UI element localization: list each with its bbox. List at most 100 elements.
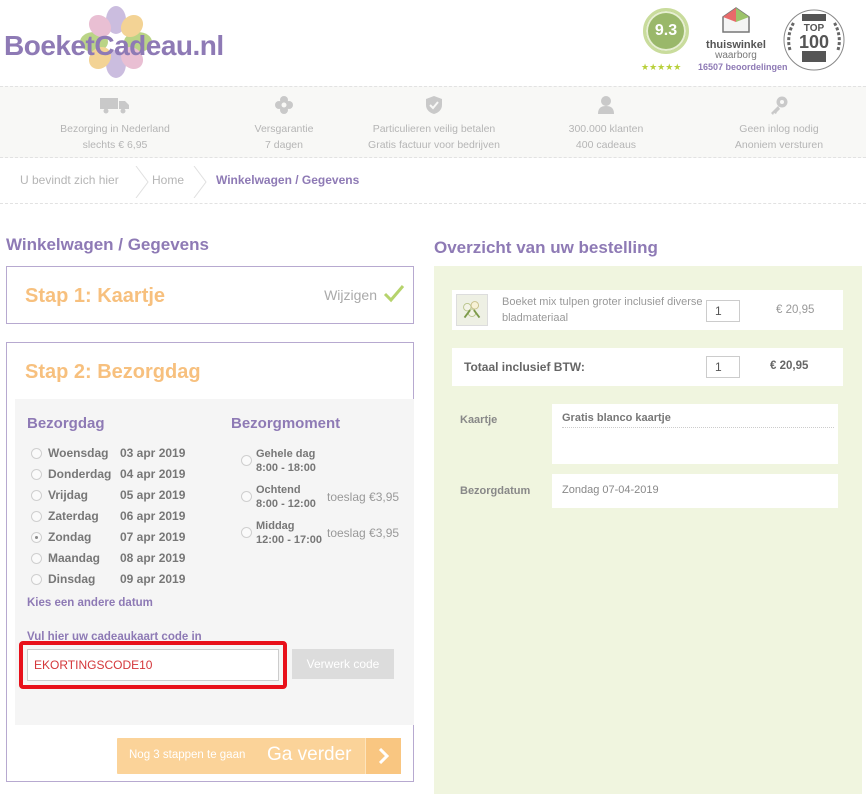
usp-line1: Bezorging in Nederland [60, 123, 170, 135]
choose-other-date-link[interactable]: Kies een andere datum [27, 597, 153, 609]
order-total: Totaal inclusief BTW: € 20,95 [452, 348, 843, 386]
moment-option[interactable]: Ochtend 8:00 - 12:00 toeslag €3,95 [241, 483, 411, 513]
day-name: Zondag [48, 530, 92, 544]
key-icon [771, 96, 788, 115]
quantity-input[interactable] [706, 300, 740, 322]
usp-line1: Particulieren veilig betalen [372, 123, 496, 135]
usp-line2: 400 cadeaus [575, 139, 637, 151]
rating-stars-icon: ★★★★★ [641, 62, 682, 72]
top100-number: 100 [799, 32, 829, 52]
kaartje-label: Kaartje [460, 414, 498, 426]
truck-icon [100, 98, 129, 114]
breadcrumb-home-link[interactable]: Home [152, 173, 184, 187]
radio-button[interactable] [31, 490, 42, 501]
moment-time: 8:00 - 12:00 [256, 498, 316, 510]
steps-remaining: Nog 3 stappen te gaan [129, 749, 246, 761]
step2-title: Stap 2: Bezorgdag [25, 361, 201, 383]
thuiswinkel-waarborg-badge[interactable]: thuiswinkel waarborg [704, 6, 768, 61]
moment-option[interactable]: Middag 12:00 - 17:00 toeslag €3,95 [241, 519, 411, 549]
continue-button[interactable]: Nog 3 stappen te gaan Ga verder [117, 738, 401, 774]
day-option[interactable]: Zaterdag 06 apr 2019 [27, 508, 207, 529]
day-option[interactable]: Vrijdag 05 apr 2019 [27, 487, 207, 508]
day-name: Vrijdag [48, 488, 89, 502]
chevron-right-icon [135, 166, 149, 198]
day-option-selected[interactable]: Zondag 07 apr 2019 [27, 529, 207, 550]
logo[interactable]: BoeketCadeau.nl [4, 6, 234, 80]
usp-item: Versgarantie 7 dagen [236, 93, 332, 153]
bezorgmoment-header: Bezorgmoment [231, 415, 341, 432]
breadcrumb-current: Winkelwagen / Gegevens [216, 173, 360, 187]
usp-line1: 300.000 klanten [568, 123, 644, 135]
day-date: 03 apr 2019 [120, 446, 186, 460]
step1-title: Stap 1: Kaartje [25, 285, 166, 307]
radio-button[interactable] [31, 469, 42, 480]
order-summary-title: Overzicht van uw bestelling [434, 238, 658, 257]
logo-text: BoeketCadeau.nl [4, 30, 224, 61]
step2-panel: Stap 2: Bezorgdag Bezorgdag Bezorgmoment… [6, 342, 414, 782]
breadcrumb-prefix: U bevindt zich hier [20, 173, 119, 187]
day-name: Maandag [48, 551, 101, 565]
radio-button[interactable] [31, 574, 42, 585]
radio-button[interactable] [241, 455, 252, 466]
delivery-options: Bezorgdag Bezorgmoment Woensdag 03 apr 2… [15, 399, 414, 725]
day-date: 06 apr 2019 [120, 509, 186, 523]
day-name: Donderdag [48, 467, 112, 481]
shield-icon [426, 96, 442, 114]
usp-item: Particulieren veilig betalen Gratis fact… [356, 93, 512, 153]
check-icon [383, 285, 405, 303]
moment-name: Gehele dag [256, 448, 316, 460]
radio-button[interactable] [241, 527, 252, 538]
apply-code-button[interactable]: Verwerk code [292, 649, 394, 679]
thuiswinkel-house-icon [722, 7, 750, 33]
day-option[interactable]: Maandag 08 apr 2019 [27, 550, 207, 571]
thuiswinkel-sub: waarborg [715, 50, 757, 61]
edit-step1-link[interactable]: Wijzigen [324, 287, 377, 303]
order-summary-panel: Boeket mix tulpen groter inclusief diver… [434, 266, 862, 794]
usp-line2: Anoniem versturen [734, 139, 824, 151]
continue-label: Ga verder [267, 744, 352, 765]
moment-name: Middag [256, 520, 295, 532]
surcharge: toeslag €3,95 [327, 526, 400, 540]
day-option[interactable]: Dinsdag 09 apr 2019 [27, 571, 207, 592]
day-option[interactable]: Woensdag 03 apr 2019 [27, 445, 207, 466]
person-icon [598, 96, 614, 114]
usp-line1: Geen inlog nodig [739, 123, 819, 135]
bezorgdatum-box: Zondag 07-04-2019 [552, 474, 838, 508]
order-line: Boeket mix tulpen groter inclusief diver… [452, 290, 843, 330]
usp-item: 300.000 klanten 400 cadeaus [546, 93, 666, 153]
radio-button[interactable] [31, 448, 42, 459]
total-label: Totaal inclusief BTW: [464, 360, 585, 374]
kaartje-box: Gratis blanco kaartje [552, 404, 838, 464]
day-option[interactable]: Donderdag 04 apr 2019 [27, 466, 207, 487]
product-name: Boeket mix tulpen groter inclusief diver… [502, 296, 703, 324]
radio-button[interactable] [31, 553, 42, 564]
day-name: Zaterdag [48, 509, 99, 523]
day-date: 04 apr 2019 [120, 467, 186, 481]
radio-button[interactable] [31, 511, 42, 522]
day-name: Woensdag [48, 446, 109, 460]
bezorgdatum-label: Bezorgdatum [460, 485, 531, 497]
usp-item: Geen inlog nodig Anoniem versturen [720, 93, 838, 153]
day-date: 07 apr 2019 [120, 530, 186, 544]
reviews-count-link[interactable]: 16507 beoordelingen [698, 62, 788, 72]
product-thumbnail [456, 294, 488, 326]
radio-button-selected[interactable] [31, 532, 42, 543]
usp-line2: Gratis factuur voor bedrijven [368, 139, 500, 151]
day-name: Dinsdag [48, 572, 96, 586]
radio-button[interactable] [241, 491, 252, 502]
usp-bar: Bezorging in Nederland slechts € 6,95 Ve… [0, 86, 866, 158]
page-title: Winkelwagen / Gegevens [6, 235, 209, 254]
bezorgdatum-value: Zondag 07-04-2019 [562, 484, 659, 496]
product-price: € 20,95 [776, 304, 815, 316]
gift-code-input[interactable] [27, 649, 279, 681]
breadcrumb: U bevindt zich hier Home Winkelwagen / G… [0, 160, 866, 204]
review-score-badge[interactable]: 9.3 [643, 8, 689, 54]
total-quantity [706, 356, 740, 378]
moment-option[interactable]: Gehele dag 8:00 - 18:00 [241, 447, 411, 477]
review-score: 9.3 [654, 22, 678, 39]
day-date: 08 apr 2019 [120, 551, 186, 565]
total-price: € 20,95 [770, 360, 809, 372]
usp-item: Bezorging in Nederland slechts € 6,95 [42, 93, 188, 153]
usp-line2: 7 dagen [265, 139, 303, 151]
flower-icon [275, 96, 293, 114]
